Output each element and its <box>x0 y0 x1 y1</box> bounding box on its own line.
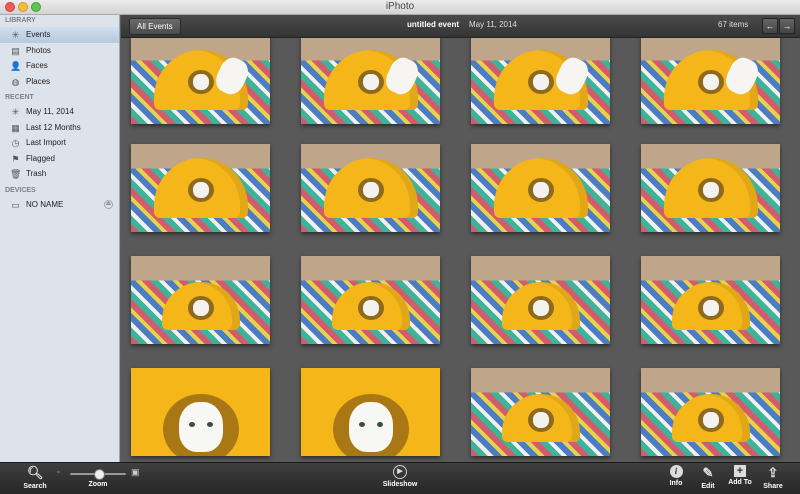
photo-thumbnail[interactable] <box>301 256 440 344</box>
event-icon: ✳ <box>11 107 20 117</box>
trash-icon: 🗑 <box>10 169 22 179</box>
photo-thumbnail[interactable] <box>131 38 270 124</box>
zoom-label: Zoom <box>88 481 108 488</box>
plus-icon: + <box>734 465 746 477</box>
photo-thumbnail[interactable] <box>471 38 610 124</box>
photo-thumbnail[interactable] <box>301 368 440 456</box>
recent-heading: RECENT <box>5 94 34 101</box>
library-heading: LIBRARY <box>5 17 36 24</box>
photo-thumbnail[interactable] <box>131 368 270 456</box>
sidebar: LIBRARY ✳ Events ▤ Photos 👤 Faces ◍ Places R… <box>0 15 120 462</box>
title-bar: iPhoto <box>0 0 800 15</box>
faces-icon: 👤 <box>10 61 22 71</box>
photo-thumbnail[interactable] <box>471 144 610 232</box>
item-count: 67 items <box>718 20 749 29</box>
sidebar-item-label: Faces <box>26 61 48 70</box>
photo-thumbnail[interactable] <box>641 38 780 124</box>
drive-icon: ▭ <box>11 199 20 210</box>
sidebar-item-may-11[interactable]: ✳ May 11, 2014 <box>0 104 119 120</box>
search-button[interactable]: 🔍︎ Search <box>20 465 50 490</box>
photo-thumbnail[interactable] <box>641 144 780 232</box>
sidebar-item-events[interactable]: ✳ Events <box>0 27 119 43</box>
share-button[interactable]: ⇪ Share <box>760 465 786 490</box>
event-date: May 11, 2014 <box>469 20 517 29</box>
photo-thumbnail[interactable] <box>131 144 270 232</box>
sidebar-item-label: Last Import <box>26 138 67 147</box>
eject-icon[interactable]: ⏏ <box>104 199 113 209</box>
sidebar-item-label: Photos <box>26 45 51 55</box>
photo-thumbnail[interactable] <box>131 256 270 344</box>
sidebar-item-label: NO NAME <box>26 199 64 209</box>
large-thumbnail-icon: ▣ <box>131 467 140 477</box>
sidebar-item-label: Trash <box>26 169 47 178</box>
info-button[interactable]: i Info <box>664 465 688 487</box>
sidebar-item-trash[interactable]: 🗑 Trash <box>0 166 119 182</box>
small-thumbnail-icon: ▫ <box>57 469 60 476</box>
edit-button[interactable]: ✎ Edit <box>696 465 720 490</box>
sidebar-item-places[interactable]: ◍ Places <box>0 74 119 90</box>
sidebar-item-label: Events <box>26 30 51 39</box>
sidebar-item-faces[interactable]: 👤 Faces <box>0 58 119 74</box>
sidebar-item-photos[interactable]: ▤ Photos <box>0 43 119 59</box>
zoom-slider-knob[interactable] <box>94 469 105 480</box>
photos-icon: ▤ <box>11 45 20 56</box>
next-event-button[interactable]: → <box>779 18 795 34</box>
devices-heading: DEVICES <box>5 186 36 194</box>
sidebar-item-label: Last 12 Months <box>26 122 81 132</box>
slideshow-button[interactable]: ▶ Slideshow <box>380 465 420 488</box>
flag-icon: ⚑ <box>11 153 20 164</box>
sidebar-item-last-12-months[interactable]: ▦ Last 12 Months <box>0 120 119 136</box>
clock-icon: ◷ <box>11 138 20 148</box>
events-icon: ✳ <box>11 30 20 40</box>
sidebar-item-label: Places <box>26 76 51 86</box>
sidebar-item-flagged[interactable]: ⚑ Flagged <box>0 151 119 167</box>
photo-thumbnail[interactable] <box>471 256 610 344</box>
bottom-toolbar: 🔍︎ Search ▫ ▣ Zoom ▶ Slideshow i Info ✎ Edit… <box>0 462 800 494</box>
photo-thumbnail[interactable] <box>641 256 780 344</box>
event-title[interactable]: untitled event <box>407 20 459 29</box>
share-icon: ⇪ <box>767 465 779 480</box>
calendar-icon: ▦ <box>11 122 20 133</box>
event-toolbar: All Events untitled event May 11, 2014 6… <box>121 15 800 38</box>
all-events-button[interactable]: All Events <box>129 18 181 35</box>
sidebar-item-no-name[interactable]: ▭ NO NAME ⏏ <box>0 197 119 213</box>
photo-thumbnail[interactable] <box>641 368 780 456</box>
zoom-slider[interactable] <box>70 469 126 480</box>
info-icon: i <box>669 465 683 478</box>
photo-thumbnail[interactable] <box>471 368 610 456</box>
play-icon: ▶ <box>393 465 407 479</box>
photo-grid <box>121 38 800 462</box>
places-icon: ◍ <box>11 76 20 87</box>
sidebar-item-label: Flagged <box>26 153 55 163</box>
add-to-button[interactable]: + Add To <box>724 465 756 486</box>
search-icon: 🔍︎ <box>27 465 44 480</box>
photo-thumbnail[interactable] <box>301 38 440 124</box>
sidebar-item-last-import[interactable]: ◷ Last Import <box>0 135 119 151</box>
sidebar-item-label: May 11, 2014 <box>26 107 74 116</box>
previous-event-button[interactable]: ← <box>762 18 778 34</box>
photo-thumbnail[interactable] <box>301 144 440 232</box>
pencil-icon: ✎ <box>702 465 714 480</box>
window-title: iPhoto <box>385 1 415 12</box>
